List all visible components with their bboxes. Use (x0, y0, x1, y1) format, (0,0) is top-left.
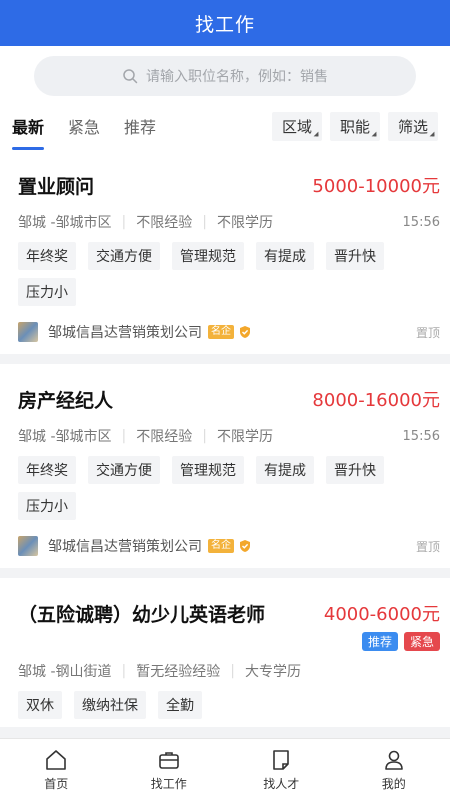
job-education: 不限学历 (216, 215, 273, 231)
company-row[interactable]: 邹城信昌达营销策划公司 名企 置顶 (18, 314, 440, 354)
job-tags: 年终奖 交通方便 管理规范 有提成 晋升快 压力小 (18, 456, 440, 528)
tab-bar: 最新 紧急 推荐 区域 职能 筛选 (0, 102, 450, 150)
page-title: 找工作 (194, 13, 255, 36)
job-meta: 邹城 -邹城市区 | 不限经验 | 不限学历 15:56 (18, 212, 440, 232)
company-logo (18, 322, 38, 342)
nav-label: 找工作 (150, 776, 187, 791)
pinned-label: 置顶 (415, 325, 440, 340)
job-tag: 双休 (18, 691, 62, 719)
bottom-navigation: 首页 找工作 找人才 我的 (0, 738, 450, 800)
filter-group: 区域 职能 筛选 (271, 111, 438, 141)
job-location: 邹城 -邹城市区 (18, 215, 112, 231)
search-icon (123, 69, 138, 84)
search-placeholder: 请输入职位名称，例如：销售 (146, 69, 328, 85)
filter-function[interactable]: 职能 (329, 111, 380, 141)
company-logo (18, 536, 38, 556)
job-experience: 不限经验 (136, 429, 193, 445)
job-tags: 年终奖 交通方便 管理规范 有提成 晋升快 压力小 (18, 242, 440, 314)
urgent-badge: 紧急 (403, 632, 440, 651)
verified-company-badge: 名企 (208, 539, 234, 553)
job-tag: 压力小 (18, 278, 76, 306)
search-bar: 请输入职位名称，例如：销售 (0, 46, 450, 102)
tab-latest[interactable]: 最新 (12, 102, 45, 150)
recommend-badge: 推荐 (361, 632, 398, 651)
job-list: 置业顾问 5000-10000元 邹城 -邹城市区 | 不限经验 | 不限学历 … (0, 150, 450, 738)
job-education: 大专学历 (244, 664, 301, 680)
job-tag: 缴纳社保 (74, 691, 146, 719)
job-labels: 推荐 紧急 (361, 632, 440, 651)
job-tags: 双休 缴纳社保 全勤 (18, 691, 440, 727)
nav-label: 找人才 (263, 776, 300, 791)
divider: | (202, 428, 207, 444)
job-tag: 有提成 (256, 456, 314, 484)
app-header: 找工作 (0, 0, 450, 46)
tab-recommend[interactable]: 推荐 (124, 102, 156, 150)
job-meta: 邹城 -钢山街道 | 暂无经验经验 | 大专学历 (18, 661, 440, 681)
job-tag: 年终奖 (18, 456, 76, 484)
job-location: 邹城 -邹城市区 (18, 429, 112, 445)
job-tag: 压力小 (18, 492, 76, 520)
shield-check-icon (240, 326, 250, 338)
company-row[interactable]: 邹城信昌达营销策划公司 名企 置顶 (18, 528, 440, 568)
job-tag: 年终奖 (18, 242, 76, 270)
tab-urgent[interactable]: 紧急 (68, 102, 100, 150)
job-location: 邹城 -钢山街道 (18, 664, 112, 680)
divider: | (202, 214, 207, 230)
job-tag: 全勤 (158, 691, 202, 719)
shield-check-icon (240, 540, 250, 552)
divider: | (121, 214, 127, 230)
nav-find-talent[interactable]: 找人才 (225, 739, 338, 800)
job-card[interactable]: 置业顾问 5000-10000元 邹城 -邹城市区 | 不限经验 | 不限学历 … (0, 150, 450, 354)
pinned-label: 置顶 (415, 539, 440, 554)
job-experience: 暂无经验经验 (136, 664, 221, 680)
job-education: 不限学历 (216, 429, 273, 445)
filter-area[interactable]: 区域 (271, 111, 322, 141)
briefcase-icon (158, 751, 179, 769)
job-time: 15:56 (402, 214, 440, 230)
job-time: 15:56 (402, 428, 440, 444)
job-card[interactable]: （五险诚聘）幼少儿英语老师 4000-6000元 推荐 紧急 邹城 -钢山街道 … (0, 578, 450, 727)
job-title: 置业顾问 (18, 176, 95, 198)
company-name: 邹城信昌达营销策划公司 (48, 539, 202, 555)
job-tag: 晋升快 (326, 242, 384, 270)
job-card[interactable]: 房产经纪人 8000-16000元 邹城 -邹城市区 | 不限经验 | 不限学历… (0, 364, 450, 568)
divider: | (230, 663, 235, 679)
job-tag: 晋升快 (326, 456, 384, 484)
filter-more[interactable]: 筛选 (387, 111, 438, 141)
job-tag: 管理规范 (172, 456, 244, 484)
nav-label: 首页 (44, 776, 69, 791)
search-input[interactable]: 请输入职位名称，例如：销售 (34, 56, 416, 96)
home-icon (46, 749, 67, 770)
job-tag: 有提成 (256, 242, 314, 270)
job-title: （五险诚聘）幼少儿英语老师 (18, 604, 266, 626)
job-tag: 管理规范 (172, 242, 244, 270)
job-salary: 4000-6000元 (323, 604, 440, 625)
job-salary: 5000-10000元 (312, 176, 440, 197)
verified-company-badge: 名企 (208, 325, 234, 339)
user-icon (384, 750, 403, 770)
nav-find-job[interactable]: 找工作 (113, 739, 226, 800)
job-experience: 不限经验 (136, 215, 193, 231)
document-icon (273, 749, 290, 770)
job-title: 房产经纪人 (18, 390, 114, 412)
divider: | (121, 428, 127, 444)
job-meta: 邹城 -邹城市区 | 不限经验 | 不限学历 15:56 (18, 426, 440, 446)
job-salary: 8000-16000元 (312, 390, 440, 411)
job-tag: 交通方便 (88, 242, 160, 270)
nav-home[interactable]: 首页 (0, 739, 113, 800)
nav-label: 我的 (381, 776, 406, 791)
company-name: 邹城信昌达营销策划公司 (48, 325, 202, 341)
job-tag: 交通方便 (88, 456, 160, 484)
divider: | (121, 663, 127, 679)
nav-profile[interactable]: 我的 (338, 739, 450, 800)
